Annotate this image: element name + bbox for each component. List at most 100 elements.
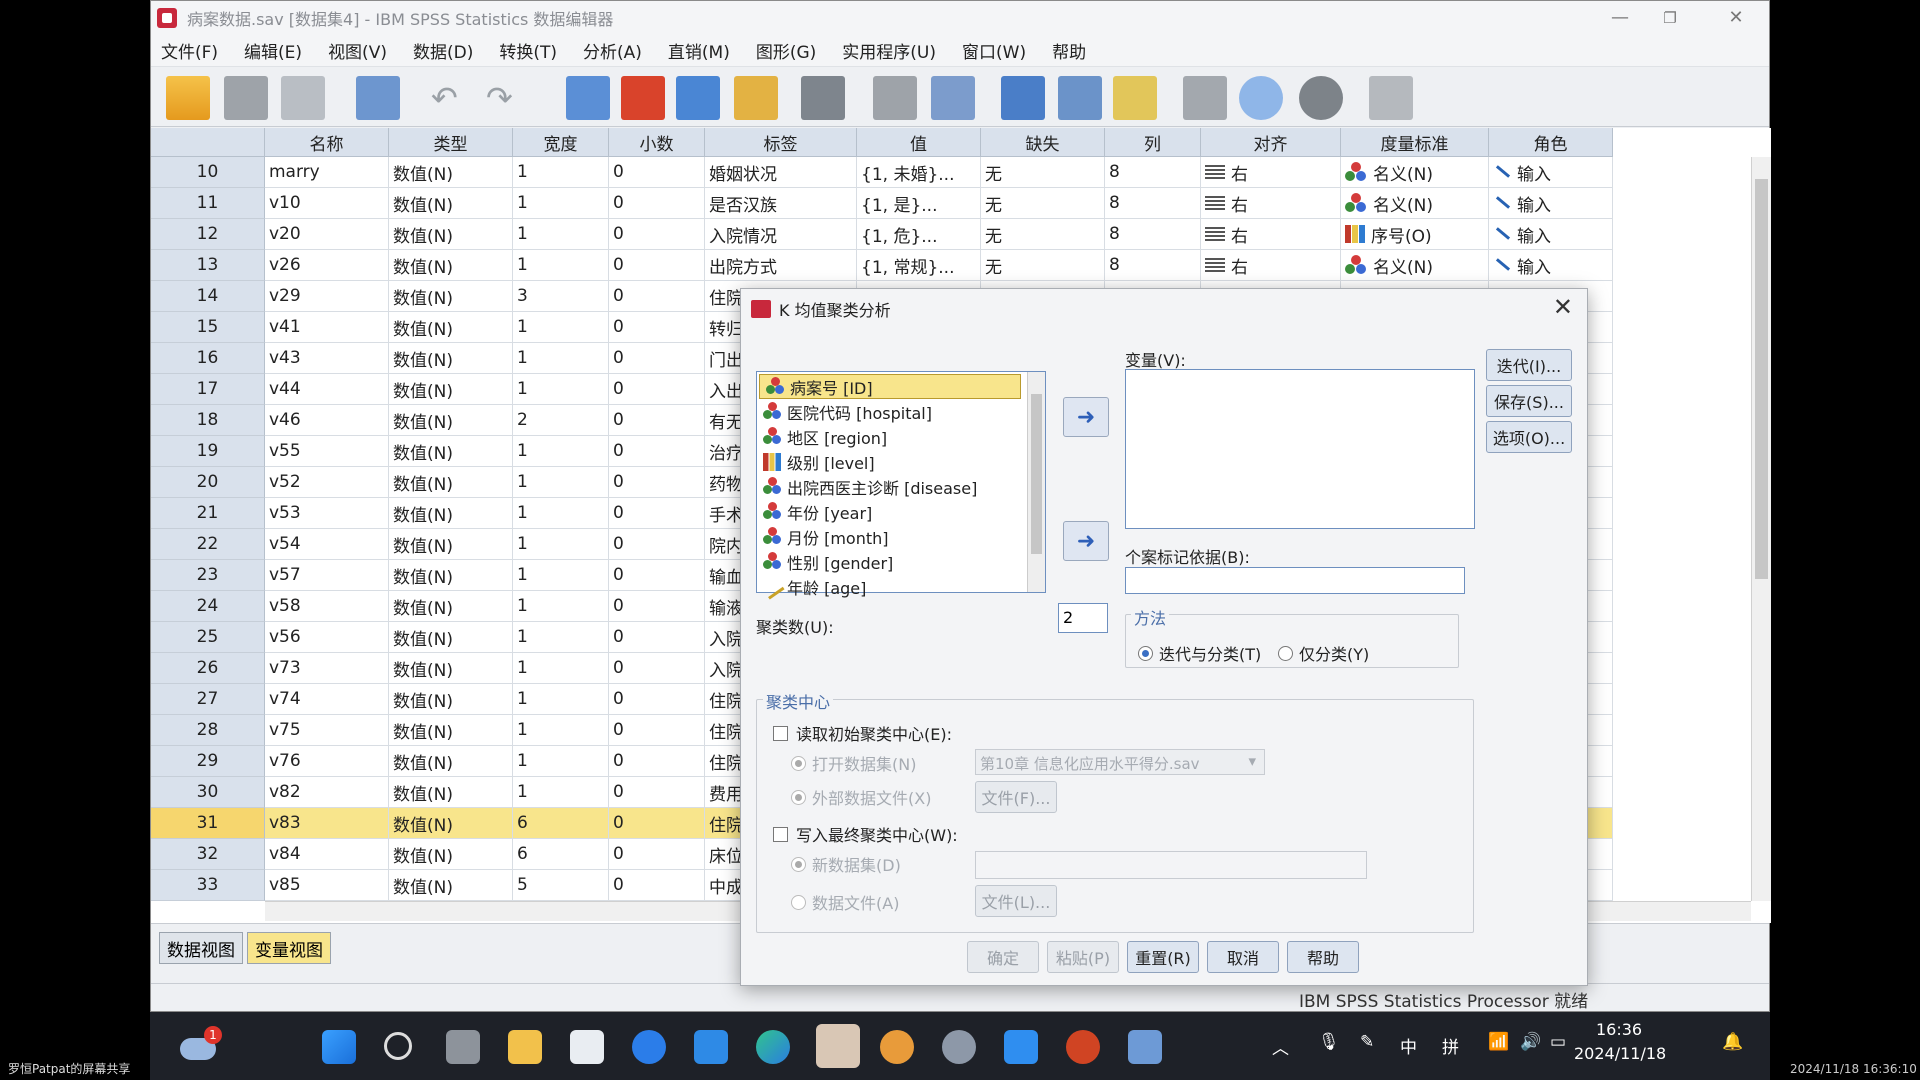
row-number[interactable]: 17 (151, 374, 265, 405)
cell-dec[interactable]: 0 (609, 777, 705, 808)
row-number[interactable]: 13 (151, 250, 265, 281)
clock-time[interactable]: 16:36 (1596, 1020, 1642, 1039)
app-whiteboard-icon[interactable] (1004, 1030, 1038, 1064)
new-dataset-option[interactable]: 新数据集(D) (791, 852, 901, 876)
select-cases-icon[interactable] (1113, 76, 1157, 120)
close-window-button[interactable]: ✕ (1703, 1, 1769, 34)
options-button[interactable]: 选项(O)... (1486, 421, 1572, 453)
cell-dec[interactable]: 0 (609, 250, 705, 281)
app-orange-icon[interactable] (880, 1030, 914, 1064)
data-file-option[interactable]: 数据文件(A) (791, 890, 899, 914)
cell-type[interactable]: 数值(N) (389, 622, 513, 653)
cell-type[interactable]: 数值(N) (389, 684, 513, 715)
cell-name[interactable]: v10 (265, 188, 389, 219)
cell-name[interactable]: v56 (265, 622, 389, 653)
menu-file[interactable]: 文件(F) (159, 36, 220, 65)
row-number[interactable]: 22 (151, 529, 265, 560)
external-file-option[interactable]: 外部数据文件(X) (791, 785, 931, 809)
cell-type[interactable]: 数值(N) (389, 839, 513, 870)
cell-name[interactable]: v29 (265, 281, 389, 312)
cell-type[interactable]: 数值(N) (389, 653, 513, 684)
row-number[interactable]: 26 (151, 653, 265, 684)
cell-align[interactable]: 右 (1201, 250, 1341, 281)
cell-type[interactable]: 数值(N) (389, 529, 513, 560)
row-number[interactable]: 14 (151, 281, 265, 312)
cell-dec[interactable]: 0 (609, 622, 705, 653)
microphone-icon[interactable]: 🎙 (1318, 1032, 1340, 1052)
powerpoint-icon[interactable] (1066, 1030, 1100, 1064)
cell-type[interactable]: 数值(N) (389, 746, 513, 777)
open-icon[interactable] (166, 76, 210, 120)
list-item[interactable]: 出院西医主诊断 [disease] (757, 474, 1045, 499)
list-item[interactable]: 月份 [month] (757, 524, 1045, 549)
goto-variable-icon[interactable] (621, 76, 665, 120)
cell-type[interactable]: 数值(N) (389, 250, 513, 281)
menu-data[interactable]: 数据(D) (411, 36, 475, 65)
menu-graphs[interactable]: 图形(G) (754, 36, 818, 65)
cell-width[interactable]: 1 (513, 312, 609, 343)
cell-type[interactable]: 数值(N) (389, 281, 513, 312)
radio-iterate-classify[interactable] (1138, 645, 1153, 661)
dataset-select[interactable]: 第10章 信息化应用水平得分.sav ▾ (975, 749, 1265, 775)
weight-cases-icon[interactable] (1058, 76, 1102, 120)
cell-values[interactable]: {1, 危}... (857, 219, 981, 250)
row-number[interactable]: 18 (151, 405, 265, 436)
start-icon[interactable] (322, 1030, 356, 1064)
cell-missing[interactable]: 无 (981, 219, 1105, 250)
recall-dialog-icon[interactable] (356, 76, 400, 120)
cell-dec[interactable]: 0 (609, 312, 705, 343)
row-number[interactable]: 27 (151, 684, 265, 715)
tab-variable-view[interactable]: 变量视图 (247, 932, 331, 964)
find-icon[interactable] (801, 76, 845, 120)
cell-width[interactable]: 1 (513, 622, 609, 653)
goto-case-icon[interactable] (566, 76, 610, 120)
cell-type[interactable]: 数值(N) (389, 591, 513, 622)
radio-external-file[interactable] (791, 789, 806, 805)
cell-width[interactable]: 6 (513, 839, 609, 870)
cell-type[interactable]: 数值(N) (389, 219, 513, 250)
row-number[interactable]: 24 (151, 591, 265, 622)
use-sets-icon[interactable] (1239, 76, 1283, 120)
save-button[interactable]: 保存(S)... (1486, 385, 1572, 417)
cell-type[interactable]: 数值(N) (389, 405, 513, 436)
cell-align[interactable]: 右 (1201, 157, 1341, 188)
dialog-close-button[interactable]: ✕ (1553, 293, 1573, 321)
cell-name[interactable]: v43 (265, 343, 389, 374)
cell-name[interactable]: v74 (265, 684, 389, 715)
menu-analyze[interactable]: 分析(A) (581, 36, 644, 65)
cell-type[interactable]: 数值(N) (389, 467, 513, 498)
cell-type[interactable]: 数值(N) (389, 436, 513, 467)
cell-dec[interactable]: 0 (609, 746, 705, 777)
cell-width[interactable]: 1 (513, 746, 609, 777)
cell-type[interactable]: 数值(N) (389, 560, 513, 591)
cell-dec[interactable]: 0 (609, 529, 705, 560)
row-number[interactable]: 31 (151, 808, 265, 839)
paste-button[interactable]: 粘贴(P) (1047, 941, 1119, 973)
cell-col[interactable]: 8 (1105, 219, 1201, 250)
source-variable-list[interactable]: 病案号 [ID] 医院代码 [hospital] 地区 [region] 级别 [le… (756, 371, 1046, 600)
col-header-name[interactable]: 名称 (265, 128, 389, 157)
write-final-checkbox[interactable] (773, 826, 788, 842)
cell-label[interactable]: 是否汉族 (705, 188, 857, 219)
cell-dec[interactable]: 0 (609, 560, 705, 591)
read-initial-centers[interactable]: 读取初始聚类中心(E): (773, 721, 952, 745)
task-view-icon[interactable] (446, 1030, 480, 1064)
help-button[interactable]: 帮助 (1287, 941, 1359, 973)
cell-name[interactable]: v20 (265, 219, 389, 250)
row-number[interactable]: 10 (151, 157, 265, 188)
col-header-columns[interactable]: 列 (1105, 128, 1201, 157)
cell-name[interactable]: v57 (265, 560, 389, 591)
store-icon[interactable] (570, 1030, 604, 1064)
move-to-case-label-button[interactable]: ➜ (1063, 521, 1109, 561)
cell-dec[interactable]: 0 (609, 498, 705, 529)
col-header-role[interactable]: 角色 (1489, 128, 1613, 157)
save-icon[interactable] (224, 76, 268, 120)
method-iterate-classify[interactable]: 迭代与分类(T) (1138, 641, 1261, 665)
app-avatar-icon[interactable] (816, 1024, 860, 1068)
redo-icon[interactable]: ↷ (486, 76, 522, 120)
cell-dec[interactable]: 0 (609, 808, 705, 839)
file-button-2[interactable]: 文件(L)... (975, 885, 1057, 917)
menu-help[interactable]: 帮助 (1050, 36, 1088, 65)
menu-utilities[interactable]: 实用程序(U) (840, 36, 938, 65)
row-number[interactable]: 29 (151, 746, 265, 777)
